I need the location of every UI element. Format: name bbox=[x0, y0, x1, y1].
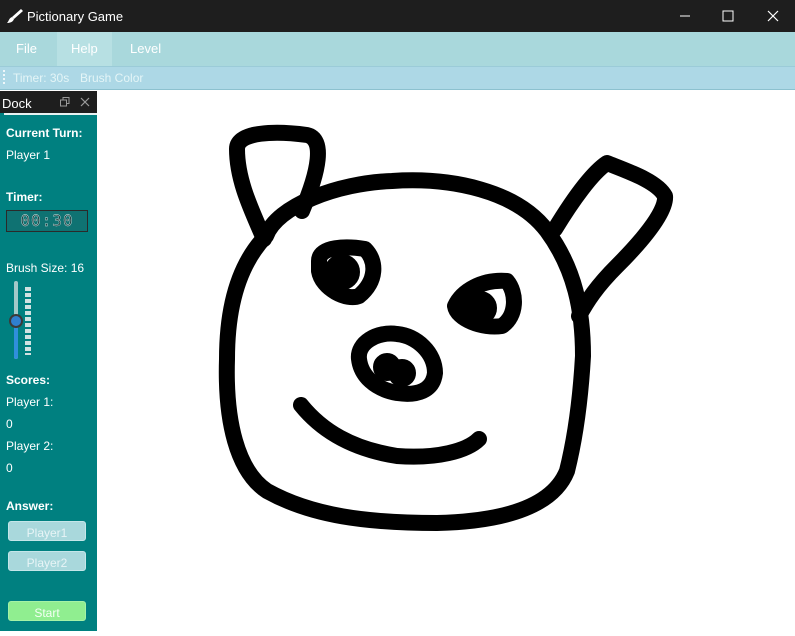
menu-file[interactable]: File bbox=[2, 32, 51, 66]
float-icon[interactable] bbox=[60, 97, 70, 107]
dock-panel: Dock Current Turn: Player 1 Timer: 00:30… bbox=[0, 91, 97, 631]
toolbar: Timer: 30s Brush Color bbox=[0, 66, 795, 90]
player2-score-label: Player 2: bbox=[6, 439, 54, 453]
timer-lcd-text: 00:30 bbox=[20, 211, 74, 230]
player2-answer-button[interactable]: Player2 bbox=[8, 551, 86, 571]
dock-divider bbox=[4, 113, 97, 115]
current-turn-label: Current Turn: bbox=[6, 126, 83, 140]
toolbar-grip-handle[interactable] bbox=[3, 70, 5, 86]
maximize-button[interactable] bbox=[705, 0, 751, 32]
timer-lcd-display: 00:30 bbox=[6, 210, 88, 232]
pig-head-outline bbox=[218, 172, 591, 531]
dock-close-icon[interactable] bbox=[80, 97, 90, 107]
title-bar: Pictionary Game bbox=[0, 0, 795, 32]
menu-level[interactable]: Level bbox=[116, 32, 175, 66]
dock-header: Dock bbox=[0, 91, 97, 113]
player2-score-value: 0 bbox=[6, 461, 13, 475]
window-title: Pictionary Game bbox=[27, 9, 124, 24]
player1-score-value: 0 bbox=[6, 417, 13, 431]
menu-bar: File Help Level bbox=[0, 32, 795, 66]
toolbar-timer-action[interactable]: Timer: 30s bbox=[13, 71, 69, 85]
timer-label: Timer: bbox=[6, 190, 43, 204]
pig-right-nostril bbox=[388, 359, 416, 387]
answer-label: Answer: bbox=[6, 499, 54, 513]
paintbrush-icon bbox=[7, 9, 23, 23]
pig-left-pupil bbox=[324, 254, 360, 290]
pig-right-pupil bbox=[463, 291, 497, 325]
player1-score-label: Player 1: bbox=[6, 395, 54, 409]
toolbar-brush-color-action[interactable]: Brush Color bbox=[80, 71, 143, 85]
pig-mouth bbox=[293, 397, 487, 465]
brush-size-slider-ticks bbox=[25, 287, 31, 355]
minimize-icon bbox=[680, 15, 690, 17]
dock-title: Dock bbox=[2, 96, 32, 111]
current-turn-value: Player 1 bbox=[6, 148, 51, 162]
minimize-button[interactable] bbox=[662, 0, 708, 32]
brush-size-label: Brush Size: 16 bbox=[6, 261, 85, 275]
drawing-canvas[interactable] bbox=[97, 91, 795, 631]
scores-label: Scores: bbox=[6, 373, 51, 387]
player1-answer-button[interactable]: Player1 bbox=[8, 521, 86, 541]
close-icon bbox=[767, 10, 779, 22]
maximize-icon bbox=[722, 10, 734, 22]
start-button[interactable]: Start bbox=[8, 601, 86, 621]
pig-drawing bbox=[218, 124, 673, 531]
brush-size-slider-handle[interactable] bbox=[9, 314, 23, 328]
close-button[interactable] bbox=[750, 0, 795, 32]
menu-help[interactable]: Help bbox=[57, 32, 112, 66]
